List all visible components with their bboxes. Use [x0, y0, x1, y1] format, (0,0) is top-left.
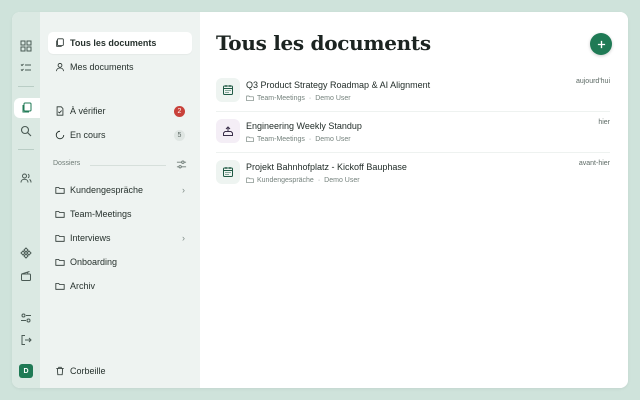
- nav-in-progress[interactable]: En cours 5: [48, 124, 192, 146]
- document-author: Demo User: [324, 176, 360, 184]
- app-window: D Tous les documents Mes documents À vér…: [12, 12, 628, 388]
- document-title[interactable]: Projekt Bahnhofplatz - Kickoff Bauphase: [246, 162, 407, 172]
- folder-label: Interviews: [70, 233, 111, 243]
- nav-label: En cours: [70, 130, 106, 140]
- folder-item-onboarding[interactable]: Onboarding: [48, 251, 192, 273]
- document-row[interactable]: Engineering Weekly Standup Team-Meetings…: [216, 115, 610, 153]
- review-count-badge: 2: [174, 105, 185, 117]
- document-date: avant-hier: [578, 160, 610, 167]
- nav-label: Tous les documents: [70, 38, 157, 48]
- folder-item-archiv[interactable]: Archiv: [48, 275, 192, 297]
- folder-label: Kundengespräche: [70, 185, 144, 195]
- search-icon[interactable]: [16, 121, 36, 141]
- avatar[interactable]: D: [19, 364, 33, 378]
- folder-label: Onboarding: [70, 257, 118, 267]
- checklist-icon[interactable]: [16, 58, 36, 78]
- document-row[interactable]: Q3 Product Strategy Roadmap & AI Alignme…: [216, 74, 610, 112]
- nav-my-documents[interactable]: Mes documents: [48, 56, 192, 78]
- document-title[interactable]: Engineering Weekly Standup: [246, 121, 362, 131]
- users-icon[interactable]: [16, 168, 36, 188]
- document-folder: Team-Meetings: [257, 135, 305, 143]
- document-title[interactable]: Q3 Product Strategy Roadmap & AI Alignme…: [246, 80, 430, 90]
- chevron-right-icon[interactable]: ›: [182, 185, 185, 195]
- folder-icon: [55, 187, 65, 194]
- document-row[interactable]: Projekt Bahnhofplatz - Kickoff Bauphase …: [216, 156, 610, 194]
- documents-icon[interactable]: [14, 98, 40, 118]
- media-icon[interactable]: [16, 266, 36, 286]
- chevron-right-icon[interactable]: ›: [182, 233, 185, 243]
- spinner-icon: [55, 130, 65, 140]
- filter-settings-icon[interactable]: [176, 159, 187, 170]
- nav-label: À vérifier: [70, 106, 106, 116]
- folder-item-kundengespraeche[interactable]: Kundengespräche ›: [48, 179, 192, 201]
- nav-trash[interactable]: Corbeille: [48, 360, 192, 382]
- main-content: Tous les documents Q3 Product Strategy R…: [200, 12, 628, 388]
- logout-icon[interactable]: [16, 330, 36, 350]
- folder-icon: [246, 95, 254, 101]
- file-check-icon: [56, 106, 64, 116]
- upload-tray-icon: [216, 119, 240, 143]
- integrations-icon[interactable]: [16, 243, 36, 263]
- document-date: aujourd'hui: [575, 78, 610, 85]
- document-meta: Team-Meetings · Demo User: [246, 94, 351, 102]
- calendar-icon: [216, 78, 240, 102]
- folder-icon: [55, 283, 65, 290]
- folder-icon: [246, 177, 254, 183]
- folders-section-label: Dossiers: [53, 160, 81, 167]
- icon-rail: D: [12, 12, 40, 388]
- folder-icon: [246, 136, 254, 142]
- folder-item-team-meetings[interactable]: Team-Meetings: [48, 203, 192, 225]
- folder-icon: [55, 211, 65, 218]
- trash-icon: [56, 366, 64, 376]
- folder-item-interviews[interactable]: Interviews ›: [48, 227, 192, 249]
- document-meta: Kundengespräche · Demo User: [246, 176, 360, 184]
- user-icon: [56, 63, 64, 72]
- nav-to-review[interactable]: À vérifier 2: [48, 100, 192, 122]
- nav-label: Mes documents: [70, 62, 134, 72]
- add-document-button[interactable]: [590, 33, 612, 55]
- plus-icon: [597, 40, 605, 48]
- document-folder: Team-Meetings: [257, 94, 305, 102]
- document-author: Demo User: [315, 94, 351, 102]
- settings-sliders-icon[interactable]: [16, 308, 36, 328]
- document-author: Demo User: [315, 135, 351, 143]
- folder-label: Team-Meetings: [70, 209, 132, 219]
- sidebar: Tous les documents Mes documents À vérif…: [40, 12, 200, 388]
- calendar-icon: [216, 160, 240, 184]
- document-folder: Kundengespräche: [257, 176, 314, 184]
- page-title: Tous les documents: [216, 31, 431, 55]
- folder-icon: [55, 235, 65, 242]
- nav-all-documents[interactable]: Tous les documents: [48, 32, 192, 54]
- in-progress-count-badge: 5: [174, 129, 185, 141]
- documents-icon: [56, 38, 64, 47]
- folder-icon: [55, 259, 65, 266]
- dashboard-icon[interactable]: [16, 36, 36, 56]
- folder-label: Archiv: [70, 281, 96, 291]
- document-meta: Team-Meetings · Demo User: [246, 135, 351, 143]
- nav-label: Corbeille: [70, 366, 106, 376]
- document-date: hier: [598, 119, 610, 126]
